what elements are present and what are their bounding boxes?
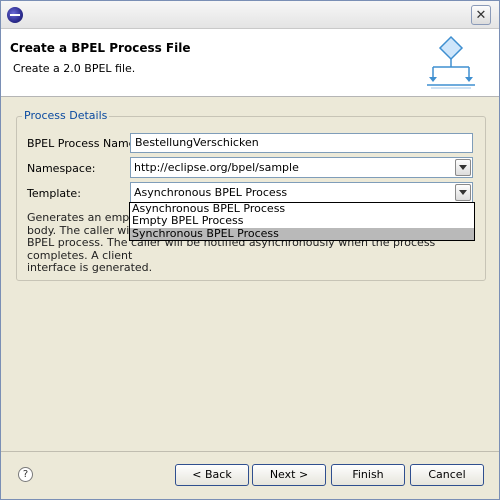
back-button[interactable]: < Back [175, 464, 249, 486]
button-bar: ? < Back Next > Finish Cancel [1, 451, 499, 499]
chevron-down-icon[interactable] [455, 184, 471, 201]
finish-button[interactable]: Finish [331, 464, 405, 486]
page-title: Create a BPEL Process File [10, 41, 191, 55]
process-name-input[interactable]: BestellungVerschicken [130, 133, 473, 153]
process-details-group: Process Details BPEL Process Name: Beste… [16, 109, 486, 281]
close-button[interactable]: ✕ [471, 5, 491, 25]
group-legend: Process Details [22, 109, 110, 122]
next-button[interactable]: Next > [252, 464, 326, 486]
template-combo[interactable]: Asynchronous BPEL Process [130, 182, 473, 203]
close-icon: ✕ [475, 7, 487, 23]
wizard-dialog: ✕ Create a BPEL Process File Create a 2.… [0, 0, 500, 500]
template-option-synchronous[interactable]: Synchronous BPEL Process [130, 227, 474, 240]
chevron-down-icon[interactable] [455, 159, 471, 176]
wizard-header: Create a BPEL Process File Create a 2.0 … [1, 29, 499, 97]
namespace-label: Namespace: [27, 162, 96, 175]
title-bar[interactable]: ✕ [1, 1, 499, 29]
help-icon[interactable]: ? [18, 467, 33, 482]
process-name-label: BPEL Process Name: [27, 137, 140, 150]
page-description: Create a 2.0 BPEL file. [13, 62, 136, 75]
template-value: Asynchronous BPEL Process [134, 186, 288, 199]
bpel-process-diagram-icon [427, 35, 475, 89]
cancel-button[interactable]: Cancel [410, 464, 484, 486]
namespace-combo[interactable]: http://eclipse.org/bpel/sample [130, 157, 473, 178]
eclipse-icon [7, 7, 23, 23]
description-line: interface is generated. [27, 261, 153, 274]
namespace-value: http://eclipse.org/bpel/sample [134, 161, 299, 174]
template-label: Template: [27, 187, 81, 200]
template-dropdown-list[interactable]: Asynchronous BPEL Process Empty BPEL Pro… [129, 202, 475, 241]
wizard-content: Process Details BPEL Process Name: Beste… [1, 98, 499, 450]
template-option-empty[interactable]: Empty BPEL Process [130, 215, 474, 227]
